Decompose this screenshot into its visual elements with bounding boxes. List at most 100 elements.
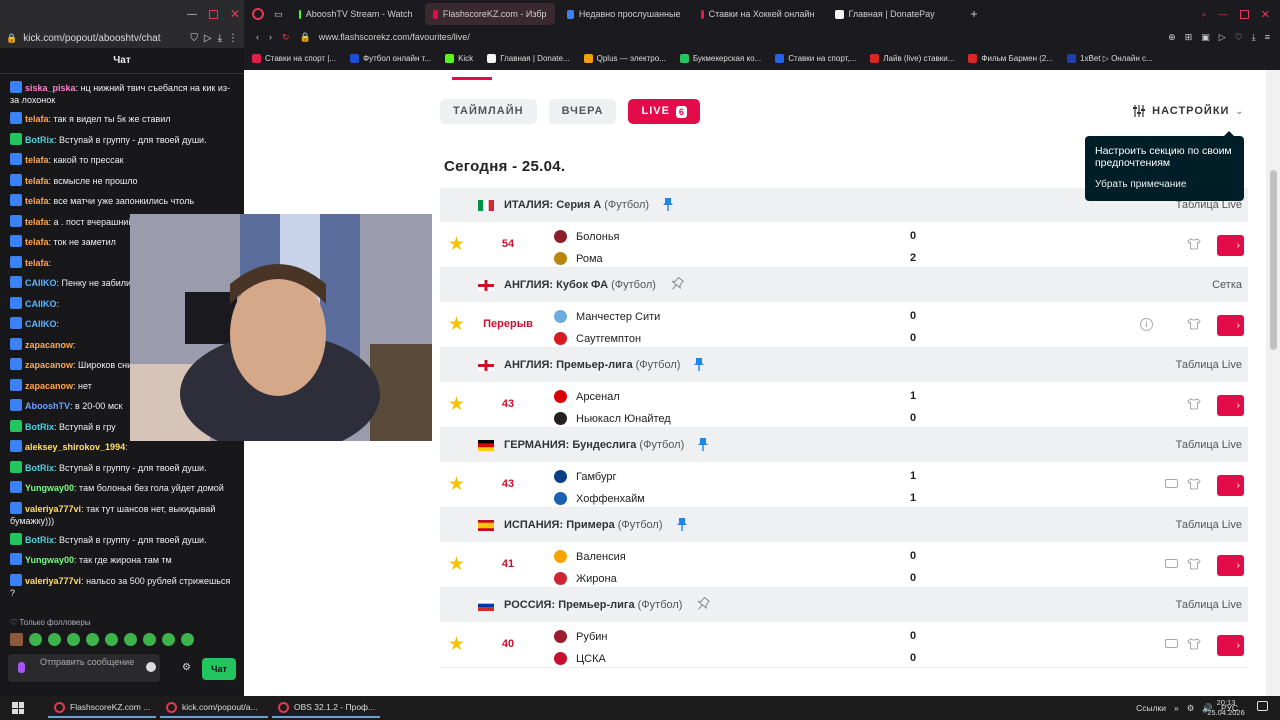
maximize-icon[interactable]: [208, 9, 218, 19]
match-row[interactable]: ★ 40 Рубин ЦСКА 0 0 ›: [440, 622, 1248, 668]
home-team[interactable]: Рубин: [554, 630, 607, 643]
emote-icon[interactable]: [67, 633, 80, 646]
chat-username[interactable]: valeriya777vi: [25, 576, 81, 586]
favorite-star-icon[interactable]: ★: [448, 555, 465, 574]
league-name[interactable]: ИСПАНИЯ: Примера: [504, 519, 615, 531]
chat-input[interactable]: Отправить сообщение: [8, 654, 160, 682]
league-name[interactable]: ИТАЛИЯ: Серия А: [504, 199, 601, 211]
browser-tab[interactable]: Главная | DonatePay: [827, 3, 957, 25]
match-row[interactable]: ★ 43 Гамбург Хоффенхайм 1 1 ›: [440, 462, 1248, 508]
emote-icon[interactable]: [162, 633, 175, 646]
taskbar-app[interactable]: OBS 32.1.2 - Проф...: [272, 698, 380, 718]
chat-username[interactable]: zapacanow: [25, 340, 73, 350]
chat-username[interactable]: BotRix: [25, 535, 54, 545]
lineup-shirt-icon[interactable]: [1187, 318, 1201, 333]
notification-icon[interactable]: [1257, 701, 1268, 711]
address-url[interactable]: www.flashscorekz.com/favourites/live/: [319, 32, 1168, 42]
tray-icon[interactable]: »: [1174, 703, 1179, 713]
chat-username[interactable]: siska_piska: [25, 83, 76, 93]
chat-username[interactable]: aleksey_shirokov_1994: [25, 442, 125, 452]
emote-icon[interactable]: [29, 633, 42, 646]
opera-logo-icon[interactable]: [252, 8, 264, 20]
league-standings-link[interactable]: Сетка: [1212, 279, 1242, 291]
away-team[interactable]: Жирона: [554, 572, 617, 585]
lineup-shirt-icon[interactable]: [1187, 398, 1201, 413]
chat-username[interactable]: telafa: [25, 258, 49, 268]
minimize-icon[interactable]: —: [187, 9, 197, 20]
forward-icon[interactable]: ›: [269, 32, 272, 42]
emote-icon[interactable]: [105, 633, 118, 646]
zoom-icon[interactable]: ⊕: [1168, 32, 1176, 43]
pinned-icon[interactable]: [698, 437, 709, 454]
away-team[interactable]: Рома: [554, 252, 603, 265]
match-detail-button[interactable]: ›: [1217, 235, 1244, 256]
tab-switch-icon[interactable]: ▭: [274, 9, 283, 20]
pinned-icon[interactable]: [694, 357, 705, 374]
league-name[interactable]: АНГЛИЯ: Кубок ФА: [504, 279, 608, 291]
heart-icon[interactable]: ♡: [1235, 32, 1243, 43]
bookmark-item[interactable]: Фильм Бармен (2...: [968, 53, 1053, 63]
taskbar-app[interactable]: FlashscoreKZ.com ...: [48, 698, 156, 718]
lineup-shirt-icon[interactable]: [1187, 558, 1201, 573]
home-team[interactable]: Манчестер Сити: [554, 310, 660, 323]
search-icon[interactable]: ⌕: [1202, 9, 1207, 20]
chat-username[interactable]: telafa: [25, 176, 49, 186]
chat-username[interactable]: Yungway00: [25, 483, 74, 493]
league-header[interactable]: РОССИЯ: Премьер-лига (Футбол) Таблица Live: [440, 588, 1248, 622]
back-icon[interactable]: ‹: [256, 32, 259, 42]
home-team[interactable]: Болонья: [554, 230, 620, 243]
chat-username[interactable]: BotRix: [25, 422, 54, 432]
minimize-icon[interactable]: —: [1219, 9, 1228, 19]
lineup-shirt-icon[interactable]: [1187, 478, 1201, 493]
taskbar-app[interactable]: kick.com/popout/a...: [160, 698, 268, 718]
filter-live[interactable]: LIVE 6: [628, 99, 700, 124]
send-icon[interactable]: ▷: [204, 33, 212, 44]
bookmark-item[interactable]: Букмекерская ко...: [679, 53, 761, 63]
chat-url[interactable]: kick.com/popout/abooshtv/chat: [23, 33, 184, 44]
dismiss-note-link[interactable]: Убрать примечание: [1095, 179, 1234, 191]
away-team[interactable]: Хоффенхайм: [554, 492, 645, 505]
chat-send-button[interactable]: Чат: [202, 658, 236, 680]
favorite-star-icon[interactable]: ★: [448, 635, 465, 654]
settings-gear-icon[interactable]: ⚙: [182, 662, 191, 673]
new-tab-button[interactable]: +: [971, 7, 978, 21]
extension-icon[interactable]: ⊞: [1185, 32, 1193, 43]
match-row[interactable]: ★ 54 Болонья Рома 0 2 ›: [440, 222, 1248, 268]
player-icon[interactable]: ▷: [1219, 32, 1226, 43]
emoji-icon[interactable]: [146, 662, 156, 672]
taskbar-clock[interactable]: 20:13 25.04.2026: [1206, 696, 1246, 718]
bookmark-item[interactable]: Kick: [445, 53, 473, 63]
match-row[interactable]: ★ Перерыв Манчестер Сити Саутгемптон 0 0 i ›: [440, 302, 1248, 348]
info-icon[interactable]: i: [1140, 318, 1153, 331]
tv-icon[interactable]: [1165, 559, 1178, 568]
league-header[interactable]: АНГЛИЯ: Премьер-лига (Футбол) Таблица Live: [440, 348, 1248, 382]
league-standings-link[interactable]: Таблица Live: [1176, 359, 1242, 371]
match-detail-button[interactable]: ›: [1217, 315, 1244, 336]
favorite-star-icon[interactable]: ★: [448, 235, 465, 254]
favorite-star-icon[interactable]: ★: [448, 315, 465, 334]
links-label[interactable]: Ссылки: [1136, 703, 1166, 713]
tv-icon[interactable]: [1165, 479, 1178, 488]
emote-icon[interactable]: [181, 633, 194, 646]
match-detail-button[interactable]: ›: [1217, 635, 1244, 656]
chat-username[interactable]: telafa: [25, 196, 49, 206]
chat-username[interactable]: BotRix: [25, 135, 54, 145]
chat-username[interactable]: telafa: [25, 217, 49, 227]
download-icon[interactable]: ⤓: [218, 33, 222, 44]
bookmark-item[interactable]: Лайв (live) ставки...: [870, 53, 954, 63]
browser-tab[interactable]: Ставки на Хоккей онлайн: [693, 3, 823, 25]
tv-icon[interactable]: [1165, 639, 1178, 648]
pin-icon[interactable]: [670, 276, 684, 294]
league-header[interactable]: АНГЛИЯ: Кубок ФА (Футбол) Сетка: [440, 268, 1248, 302]
chat-username[interactable]: CAIIKO: [25, 278, 57, 288]
chat-username[interactable]: zapacanow: [25, 381, 73, 391]
windows-start-icon[interactable]: [12, 702, 24, 714]
chat-username[interactable]: zapacanow: [25, 360, 73, 370]
bookmark-item[interactable]: 1xBet ▷ Онлайн с...: [1067, 53, 1153, 63]
menu-icon[interactable]: ⋮: [228, 33, 238, 44]
away-team[interactable]: ЦСКА: [554, 652, 606, 665]
match-detail-button[interactable]: ›: [1217, 555, 1244, 576]
bookmark-item[interactable]: Ставки на спорт |...: [252, 53, 336, 63]
home-team[interactable]: Гамбург: [554, 470, 616, 483]
bookmark-item[interactable]: Футбол онлайн т...: [350, 53, 431, 63]
